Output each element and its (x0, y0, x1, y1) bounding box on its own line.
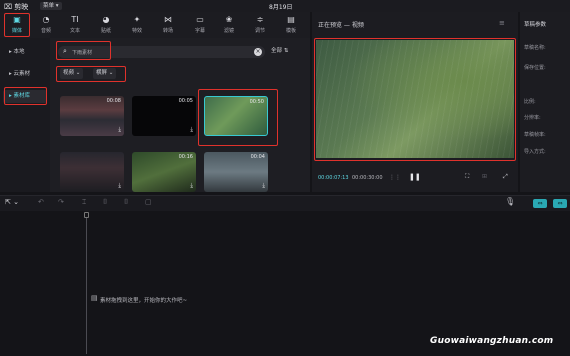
delete-icon[interactable]: ▢ (145, 198, 152, 206)
tab-audio[interactable]: ◔ 音频 (32, 13, 60, 37)
play-button[interactable]: ❚❚ (409, 173, 421, 181)
tab-label: 滤镜 (223, 28, 234, 34)
playhead[interactable] (86, 214, 87, 354)
tab-effects[interactable]: ✦ 特效 (123, 13, 151, 37)
media-thumb-5[interactable]: 00:16 ⤓ (132, 152, 196, 192)
tab-subtitle[interactable]: ▭ 字幕 (186, 13, 214, 37)
thumb-duration: 00:04 (250, 154, 265, 160)
redo-icon[interactable]: ↷ (58, 198, 64, 206)
microphone-icon[interactable]: 🎙 (505, 197, 515, 206)
adjust-icon: ≑ (256, 15, 264, 24)
download-icon[interactable]: ⤓ (190, 182, 193, 190)
tab-text[interactable]: TI 文本 (61, 13, 89, 37)
media-thumb-4[interactable]: ⤓ (60, 152, 124, 192)
tab-label: 字幕 (194, 28, 205, 34)
draft-field-import: 导入方式: (524, 149, 546, 155)
text-icon: TI (71, 15, 79, 24)
media-source-nav (0, 38, 50, 192)
preview-title: 正在预览 — 视频 (318, 22, 364, 29)
thumb-duration: 00:16 (178, 154, 193, 160)
sort-label: 全部 (271, 48, 283, 54)
filter-icon: ❀ (225, 15, 233, 24)
menu-label: 菜单 (43, 3, 55, 9)
menu-button[interactable]: 菜单 ▾ (40, 2, 62, 10)
highlight-library (4, 87, 47, 105)
media-thumb-1[interactable]: 00:08 ⤓ (60, 96, 124, 136)
fullscreen-icon[interactable]: ⤢ (503, 173, 508, 181)
tab-label: 贴纸 (100, 28, 111, 34)
timecode-current: 00:00:07:13 (318, 175, 349, 181)
link-toggle-icon[interactable]: ⇔ (533, 199, 547, 208)
tab-adjust[interactable]: ≑ 调节 (246, 13, 274, 37)
split-icon[interactable]: ⌶ (82, 198, 86, 207)
app-logo: ⌧ 剪映 (4, 3, 29, 11)
media-thumb-6[interactable]: 00:04 ⤓ (204, 152, 268, 192)
transition-icon: ⋈ (164, 15, 172, 24)
download-icon[interactable]: ⤓ (118, 182, 121, 190)
menu-arrow: ▾ (55, 3, 59, 9)
template-icon: ▤ (287, 15, 295, 24)
tab-template[interactable]: ▤ 模板 (277, 13, 305, 37)
tab-label: 音频 (40, 28, 51, 34)
filter-icon[interactable]: ⇅ (284, 48, 289, 54)
preview-menu-icon[interactable]: ≡ (499, 19, 505, 27)
playhead-handle[interactable] (84, 212, 89, 218)
tab-filter[interactable]: ❀ 滤镜 (215, 13, 243, 37)
sort-button[interactable]: 全部 ⇅ (271, 46, 288, 54)
tab-label: 转场 (162, 28, 173, 34)
split-right-icon[interactable]: ⌷ (124, 198, 128, 207)
sticker-icon: ◕ (102, 15, 110, 24)
tab-label: 调节 (254, 28, 265, 34)
highlight-filters (56, 66, 126, 82)
snap-toggle-icon[interactable]: ⇔ (553, 199, 567, 208)
nav-item-local[interactable]: ▸ 本地 (3, 46, 47, 59)
highlight-media-tab (4, 13, 30, 37)
timecode-total: 00:00:30:00 (352, 175, 383, 181)
download-icon[interactable]: ⤓ (262, 182, 265, 190)
download-icon[interactable]: ⤓ (190, 126, 193, 134)
highlight-search (56, 41, 111, 60)
draft-field-resolution: 分辨率: (524, 115, 541, 121)
app-name: 剪映 (14, 3, 29, 11)
crop-icon[interactable]: ⛶ (465, 173, 469, 181)
nav-item-cloud[interactable]: ▸ 云素材 (3, 68, 47, 81)
media-thumb-2[interactable]: 00:05 ⤓ (132, 96, 196, 136)
draft-field-name: 草稿名称: (524, 45, 546, 51)
draft-title: 草稿参数 (524, 22, 547, 28)
highlight-selected-clip (198, 89, 278, 146)
draft-field-ratio: 比例: (524, 99, 536, 105)
draft-field-framerate: 草稿帧率: (524, 132, 546, 138)
highlight-preview (314, 38, 516, 161)
undo-icon[interactable]: ↶ (38, 198, 44, 206)
tab-label: 特效 (131, 28, 142, 34)
audio-icon: ◔ (42, 15, 50, 24)
split-left-icon[interactable]: ⌷ (103, 198, 107, 207)
thumb-duration: 00:08 (106, 98, 121, 104)
watermark: Guowaiwangzhuan.com (430, 336, 554, 346)
drop-media-icon: ▤ (91, 294, 98, 302)
tab-label: 模板 (285, 28, 296, 34)
tab-label: 文本 (69, 28, 80, 34)
draft-field-location: 保存位置: (524, 65, 546, 71)
thumb-duration: 00:05 (178, 98, 193, 104)
tab-transition[interactable]: ⋈ 转场 (154, 13, 182, 37)
clear-search-icon[interactable]: × (254, 48, 262, 56)
project-date: 8月19日 (269, 4, 293, 11)
select-tool-icon[interactable]: ⇱ ⌄ (5, 198, 19, 206)
download-icon[interactable]: ⤓ (118, 126, 121, 134)
effects-icon: ✦ (133, 15, 141, 24)
timeline-empty-message: 素材拖拽到这里，开始你的大作吧~ (100, 298, 188, 304)
grid-icon[interactable]: ⋮⋮ (389, 174, 401, 181)
tab-sticker[interactable]: ◕ 贴纸 (92, 13, 120, 37)
subtitle-icon: ▭ (196, 15, 204, 24)
ratio-icon[interactable]: ⊞ (482, 173, 487, 180)
